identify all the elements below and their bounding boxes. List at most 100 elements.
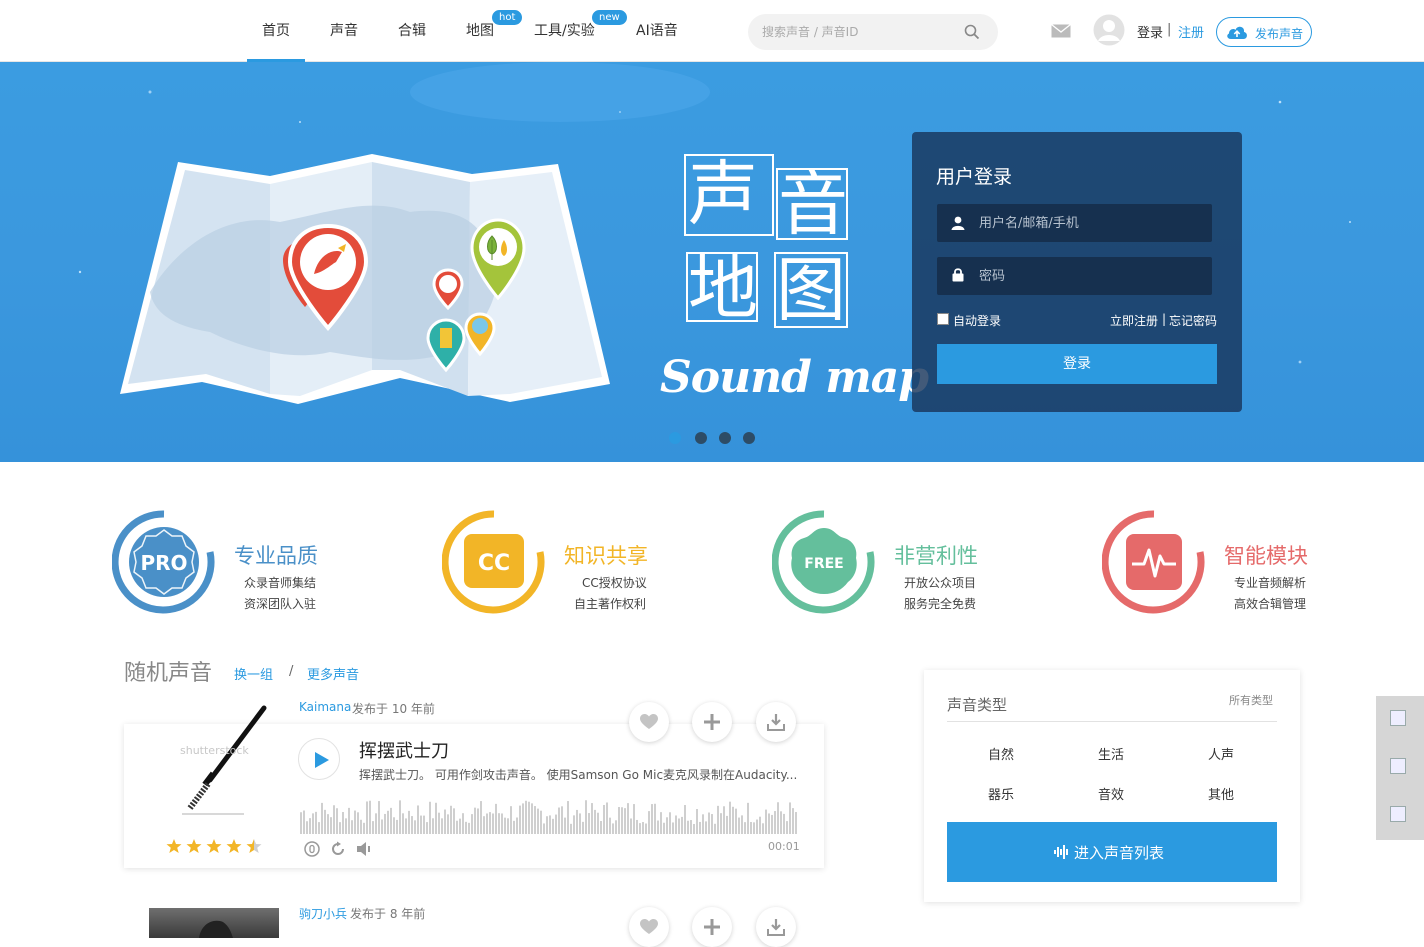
free-badge-text: FREE — [804, 556, 843, 572]
login-link[interactable]: 登录 — [1137, 22, 1163, 41]
forgot-password-link[interactable]: 忘记密码 — [1169, 312, 1217, 329]
sound-waveform[interactable] — [300, 798, 798, 834]
like-button[interactable] — [629, 907, 669, 947]
publish-sound-button[interactable]: 发布声音 — [1216, 17, 1312, 47]
cc-badge-icon: CC — [441, 510, 545, 614]
waveform-bar — [561, 806, 563, 834]
heart-icon — [640, 714, 658, 729]
nav-home[interactable]: 首页 — [262, 20, 290, 40]
waveform-bar — [390, 807, 392, 834]
rating-stars — [166, 838, 262, 860]
auto-login-checkbox[interactable] — [937, 313, 949, 325]
category-instrument[interactable]: 器乐 — [988, 784, 1014, 803]
waveform-bar — [525, 800, 527, 834]
half-star-icon — [246, 839, 262, 853]
replay-icon[interactable] — [330, 841, 346, 861]
waveform-bar — [498, 813, 500, 834]
mail-icon[interactable] — [1051, 23, 1071, 42]
waveform-bar — [456, 820, 458, 834]
add-to-collection-button[interactable] — [692, 907, 732, 947]
slide-dot[interactable] — [743, 432, 755, 444]
register-now-link[interactable]: 立即注册 — [1110, 312, 1158, 329]
waveform-bar — [339, 822, 341, 834]
category-nature[interactable]: 自然 — [988, 744, 1014, 763]
sound-category-panel: 声音类型 所有类型 自然 生活 人声 器乐 音效 其他 进入声音列表 — [924, 670, 1300, 902]
nav-sounds[interactable]: 声音 — [330, 20, 358, 40]
password-field — [937, 257, 1212, 295]
waveform-bar — [537, 808, 539, 834]
sound-thumbnail[interactable]: shutterstock — [152, 704, 272, 834]
waveform-bar — [783, 813, 785, 834]
login-links-separator: | — [1162, 312, 1167, 326]
waveform-bar — [399, 800, 401, 834]
waveform-bar — [480, 801, 482, 834]
free-badge-icon: FREE — [771, 510, 875, 614]
search-input[interactable] — [762, 22, 962, 42]
waveform-bar — [405, 818, 407, 834]
category-other[interactable]: 其他 — [1208, 784, 1234, 803]
add-to-collection-button[interactable] — [692, 702, 732, 742]
waveform-bar — [315, 811, 317, 834]
nav-ai-voice[interactable]: AI语音 — [636, 20, 678, 40]
waveform-bar — [513, 820, 515, 834]
all-types-link[interactable]: 所有类型 — [1229, 692, 1273, 708]
shuffle-link[interactable]: 换一组 — [234, 664, 273, 683]
play-button[interactable] — [298, 738, 340, 780]
waveform-bar — [645, 823, 647, 834]
waveform-bar — [699, 821, 701, 834]
pulse-badge-icon — [1101, 510, 1205, 614]
cc-badge-text: CC — [478, 551, 510, 576]
loop-toggle-icon[interactable] — [304, 841, 320, 861]
waveform-bar — [630, 818, 632, 834]
username-input[interactable] — [979, 213, 1199, 233]
category-life[interactable]: 生活 — [1098, 744, 1124, 763]
nav-tools[interactable]: 工具/实验 — [534, 20, 595, 40]
sound-author-link[interactable]: Kaimana — [299, 700, 351, 714]
login-title: 用户登录 — [936, 166, 1013, 188]
waveform-bar — [345, 818, 347, 834]
waveform-bar — [753, 822, 755, 834]
sound-thumbnail[interactable] — [149, 908, 279, 938]
waveform-bar — [747, 802, 749, 834]
feature-desc: 资深团队入驻 — [244, 597, 317, 611]
waveform-bar — [450, 805, 452, 834]
more-sounds-link[interactable]: 更多声音 — [307, 664, 359, 683]
star-icon — [226, 839, 242, 853]
enter-sound-list-label: 进入声音列表 — [1074, 844, 1165, 862]
waveform-bar — [363, 822, 365, 834]
waveform-bar — [306, 821, 308, 834]
like-button[interactable] — [629, 702, 669, 742]
nav-collections[interactable]: 合辑 — [398, 20, 426, 40]
sound-author-link[interactable]: 驹刀小兵 — [299, 905, 347, 922]
enter-sound-list-button[interactable]: 进入声音列表 — [947, 822, 1277, 882]
register-link[interactable]: 注册 — [1178, 22, 1204, 41]
avatar[interactable] — [1093, 14, 1125, 50]
password-input[interactable] — [979, 266, 1199, 286]
slide-dot-active[interactable] — [669, 432, 681, 444]
nav-map[interactable]: 地图 — [466, 20, 494, 40]
download-button[interactable] — [756, 702, 796, 742]
waveform-bar — [582, 821, 584, 834]
waveform-bar — [510, 806, 512, 834]
broken-image-icon[interactable] — [1390, 806, 1406, 822]
search-icon[interactable] — [964, 24, 980, 44]
broken-image-icon[interactable] — [1390, 710, 1406, 726]
login-submit-button[interactable]: 登录 — [937, 344, 1217, 384]
waveform-bar — [660, 812, 662, 834]
waveform-bar — [678, 818, 680, 834]
title-char: 音 — [778, 163, 848, 245]
download-button[interactable] — [756, 907, 796, 947]
sound-title[interactable]: 挥摆武士刀 — [359, 737, 449, 763]
broken-image-icon[interactable] — [1390, 758, 1406, 774]
play-icon — [315, 752, 329, 768]
waveform-bar — [423, 815, 425, 834]
slide-dot[interactable] — [695, 432, 707, 444]
category-voice[interactable]: 人声 — [1208, 744, 1234, 763]
category-sfx[interactable]: 音效 — [1098, 784, 1124, 803]
waveform-bar — [426, 822, 428, 834]
volume-icon[interactable] — [356, 841, 372, 861]
slide-dot[interactable] — [719, 432, 731, 444]
waveform-bar — [534, 806, 536, 834]
waveform-bar — [309, 818, 311, 834]
waveform-bar — [501, 813, 503, 834]
